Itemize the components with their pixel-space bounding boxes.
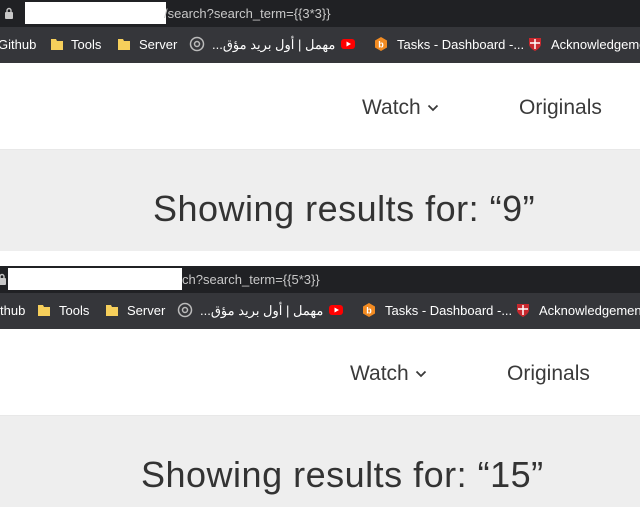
bookmark-github-label: Github bbox=[0, 303, 26, 318]
youtube-icon bbox=[329, 305, 343, 315]
chevron-down-icon bbox=[427, 105, 438, 112]
address-bar[interactable]: ch?search_term={{5*3}} bbox=[0, 266, 640, 293]
nav-watch[interactable]: Watch bbox=[350, 362, 427, 386]
bookmark-github[interactable]: Github bbox=[0, 37, 36, 52]
folder-icon bbox=[118, 39, 130, 50]
tasks-b-icon: b bbox=[363, 303, 375, 317]
url-text[interactable]: /search?search_term={{3*3}} bbox=[164, 6, 331, 21]
nav-originals[interactable]: Originals bbox=[519, 96, 602, 120]
screenshot-bottom: ch?search_term={{5*3}} Github Tools Serv… bbox=[0, 266, 640, 507]
url-text[interactable]: ch?search_term={{5*3}} bbox=[182, 272, 320, 287]
bookmark-acknowledgements[interactable]: Acknowledgements bbox=[539, 303, 640, 318]
svg-text:b: b bbox=[366, 306, 372, 316]
bookmarks-bar: Github Tools Server مهمل | أول بريد مؤق.… bbox=[0, 27, 640, 63]
folder-icon bbox=[106, 305, 118, 316]
at-sign-icon bbox=[177, 302, 193, 318]
nav-watch[interactable]: Watch bbox=[362, 96, 439, 120]
lock-icon bbox=[5, 7, 13, 19]
results-band: Showing results for: “9” bbox=[0, 150, 640, 251]
bookmark-github[interactable]: Github bbox=[0, 303, 25, 318]
screenshot-top: /search?search_term={{3*3}} Github Tools… bbox=[0, 0, 640, 251]
bookmark-server[interactable]: Server bbox=[127, 303, 165, 318]
redacted-domain bbox=[25, 2, 166, 24]
bookmark-tasks-dashboard[interactable]: Tasks - Dashboard -... bbox=[385, 303, 512, 318]
redacted-domain bbox=[8, 268, 182, 290]
youtube-icon bbox=[341, 39, 355, 49]
folder-icon bbox=[38, 305, 50, 316]
bookmark-temp-mail[interactable]: مهمل | أول بريد مؤق... bbox=[212, 37, 335, 53]
results-heading: Showing results for: “9” bbox=[153, 188, 536, 229]
folder-icon bbox=[51, 39, 63, 50]
bookmark-tools[interactable]: Tools bbox=[71, 37, 101, 52]
nav-watch-label: Watch bbox=[362, 96, 421, 119]
bookmark-tools[interactable]: Tools bbox=[59, 303, 89, 318]
shield-crest-icon bbox=[517, 304, 529, 317]
chevron-down-icon bbox=[415, 371, 426, 378]
svg-text:b: b bbox=[378, 40, 384, 50]
bookmark-tasks-dashboard[interactable]: Tasks - Dashboard -... bbox=[397, 37, 524, 52]
shield-crest-icon bbox=[529, 38, 541, 51]
site-nav: Watch Originals bbox=[0, 63, 640, 150]
at-sign-icon bbox=[189, 36, 205, 52]
results-band: Showing results for: “15” bbox=[0, 416, 640, 507]
lock-icon bbox=[0, 273, 6, 285]
bookmark-acknowledgements[interactable]: Acknowledgements bbox=[551, 37, 640, 52]
nav-watch-label: Watch bbox=[350, 362, 409, 385]
site-nav: Watch Originals bbox=[0, 329, 640, 416]
address-bar[interactable]: /search?search_term={{3*3}} bbox=[0, 0, 640, 27]
bookmark-server[interactable]: Server bbox=[139, 37, 177, 52]
results-heading: Showing results for: “15” bbox=[141, 454, 544, 495]
tasks-b-icon: b bbox=[375, 37, 387, 51]
bookmarks-bar: Github Tools Server مهمل | أول بريد مؤق.… bbox=[0, 293, 640, 329]
nav-originals[interactable]: Originals bbox=[507, 362, 590, 386]
bookmark-temp-mail[interactable]: مهمل | أول بريد مؤق... bbox=[200, 303, 323, 319]
